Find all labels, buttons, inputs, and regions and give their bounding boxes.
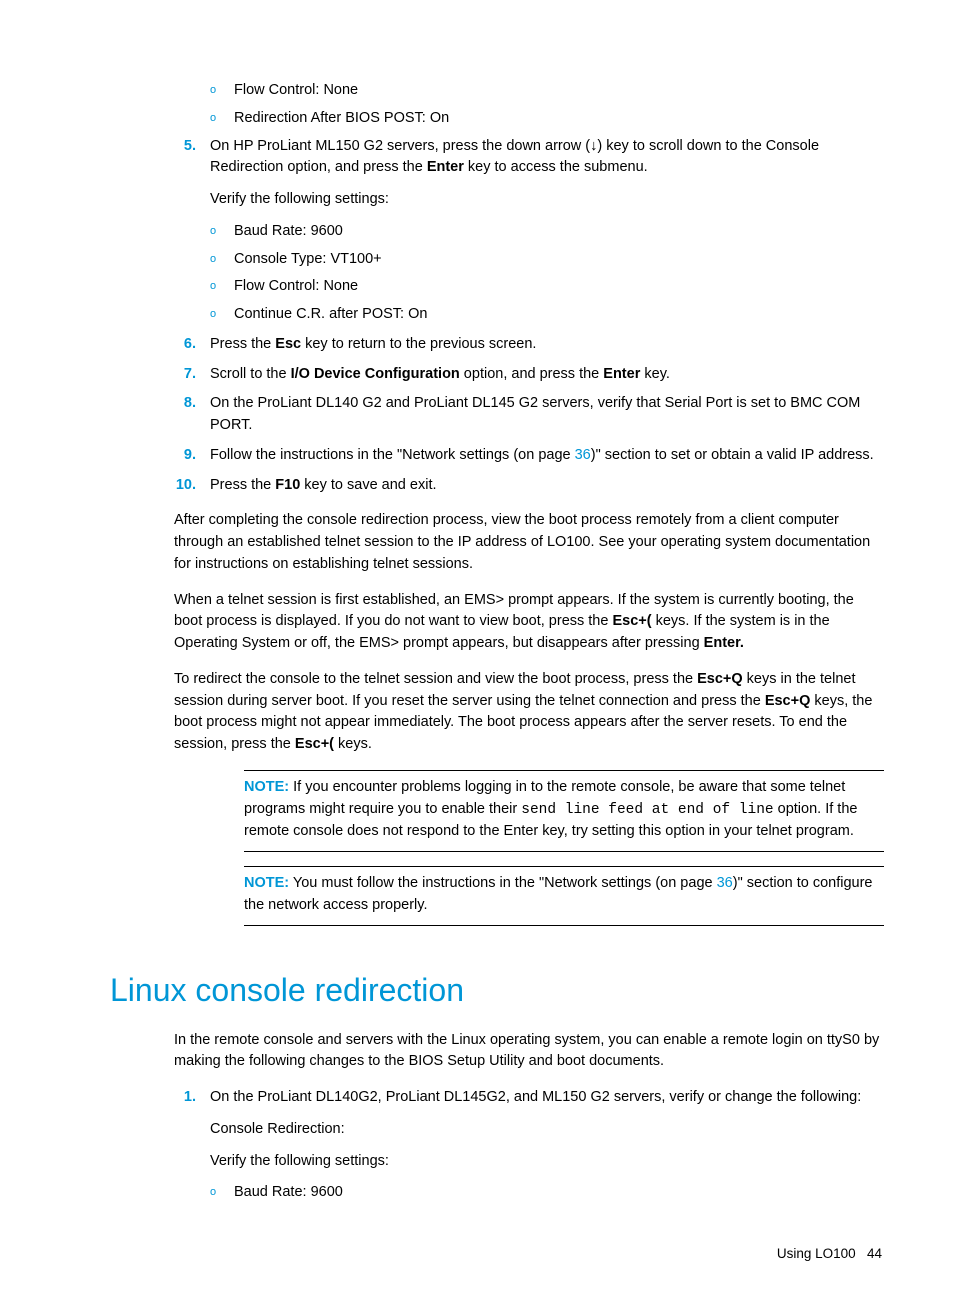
step-body: Press the Esc key to return to the previ… [210, 334, 884, 356]
page-number: 44 [867, 1246, 882, 1261]
sublist-item: Console Type: VT100+ [210, 249, 884, 271]
bold-text: Esc+Q [765, 693, 811, 709]
text: Flow Control: None [234, 82, 358, 98]
linux-step-1: 1. On the ProLiant DL140G2, ProLiant DL1… [174, 1087, 884, 1204]
sublist-top: Flow Control: None Redirection After BIO… [210, 80, 884, 130]
sublist-item: Continue C.R. after POST: On [210, 304, 884, 326]
step-number: 10. [174, 475, 196, 497]
section-heading: Linux console redirection [110, 966, 884, 1014]
step-body: Press the F10 key to save and exit. [210, 475, 884, 497]
numbered-list: 1. On the ProLiant DL140G2, ProLiant DL1… [174, 1087, 884, 1204]
note-box: NOTE: If you encounter problems logging … [244, 770, 884, 852]
sublist-item: Flow Control: None [210, 276, 884, 298]
text: Continue C.R. after POST: On [234, 306, 427, 322]
page-link[interactable]: 36 [717, 875, 733, 891]
bold-text: Enter. [704, 635, 744, 651]
step-body: On HP ProLiant ML150 G2 servers, press t… [210, 136, 884, 180]
text: To redirect the console to the telnet se… [174, 671, 697, 687]
note-label: NOTE: [244, 875, 289, 891]
step-sublist: Baud Rate: 9600 Console Type: VT100+ Flo… [210, 221, 884, 326]
step-5: 5. On HP ProLiant ML150 G2 servers, pres… [174, 136, 884, 326]
text: Follow the instructions in the "Network … [210, 447, 575, 463]
note-label: NOTE: [244, 779, 289, 795]
step-8: 8. On the ProLiant DL140 G2 and ProLiant… [174, 393, 884, 437]
text: Console Type: VT100+ [234, 251, 382, 267]
bold-text: Esc+( [295, 736, 334, 752]
text: key. [640, 366, 670, 382]
bold-text: Esc+Q [697, 671, 743, 687]
footer-label: Using LO100 [777, 1246, 856, 1261]
step-number: 1. [174, 1087, 196, 1109]
numbered-list: 5. On HP ProLiant ML150 G2 servers, pres… [174, 136, 884, 497]
page-link[interactable]: 36 [575, 447, 591, 463]
step-body: On the ProLiant DL140 G2 and ProLiant DL… [210, 393, 884, 437]
paragraph: After completing the console redirection… [174, 510, 884, 575]
step-10: 10. Press the F10 key to save and exit. [174, 475, 884, 497]
text: You must follow the instructions in the … [289, 875, 717, 891]
text: key to access the submenu. [464, 159, 648, 175]
step-body: Follow the instructions in the "Network … [210, 445, 884, 467]
step-body: On the ProLiant DL140G2, ProLiant DL145G… [210, 1087, 884, 1109]
text: keys. [334, 736, 372, 752]
bold-text: Enter [427, 159, 464, 175]
step-9: 9. Follow the instructions in the "Netwo… [174, 445, 884, 467]
step-number: 9. [174, 445, 196, 467]
bold-text: I/O Device Configuration [291, 366, 460, 382]
verify-line: Verify the following settings: [210, 189, 884, 211]
sublist-item: Flow Control: None [210, 80, 884, 102]
text: key to return to the previous screen. [301, 336, 536, 352]
verify-line: Verify the following settings: [210, 1151, 884, 1173]
sublist-item: Baud Rate: 9600 [210, 221, 884, 243]
sublist-item: Baud Rate: 9600 [210, 1182, 884, 1204]
step-6: 6. Press the Esc key to return to the pr… [174, 334, 884, 356]
bold-text: Enter [603, 366, 640, 382]
step-number: 6. [174, 334, 196, 356]
text: Press the [210, 477, 275, 493]
text: key to save and exit. [300, 477, 436, 493]
sublist-item: Redirection After BIOS POST: On [210, 108, 884, 130]
step-body: Scroll to the I/O Device Configuration o… [210, 364, 884, 386]
text: Press the [210, 336, 275, 352]
paragraph: To redirect the console to the telnet se… [174, 669, 884, 756]
step-sublist: Baud Rate: 9600 [210, 1182, 884, 1204]
step-number: 8. [174, 393, 196, 415]
step-number: 7. [174, 364, 196, 386]
paragraph: In the remote console and servers with t… [174, 1030, 884, 1074]
text: Redirection After BIOS POST: On [234, 110, 449, 126]
text: )" section to set or obtain a valid IP a… [591, 447, 874, 463]
paragraph: When a telnet session is first establish… [174, 590, 884, 655]
step-7: 7. Scroll to the I/O Device Configuratio… [174, 364, 884, 386]
mono-text: send line feed at end of line [521, 802, 773, 818]
bold-text: F10 [275, 477, 300, 493]
step-number: 5. [174, 136, 196, 158]
text: Baud Rate: 9600 [234, 223, 343, 239]
text: Baud Rate: 9600 [234, 1184, 343, 1200]
verify-line: Console Redirection: [210, 1119, 884, 1141]
text: Flow Control: None [234, 278, 358, 294]
note-box: NOTE: You must follow the instructions i… [244, 866, 884, 926]
text: option, and press the [460, 366, 604, 382]
page-footer: Using LO100 44 [70, 1244, 884, 1264]
text: Scroll to the [210, 366, 291, 382]
bold-text: Esc [275, 336, 301, 352]
bold-text: Esc+( [612, 613, 651, 629]
